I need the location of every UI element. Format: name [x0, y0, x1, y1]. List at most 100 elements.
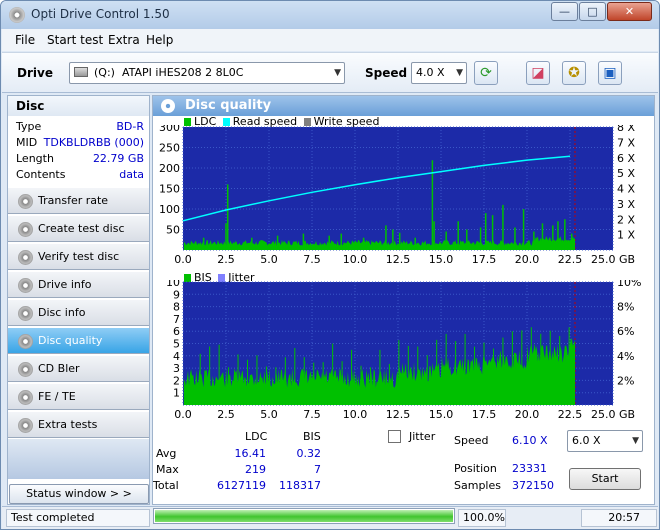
disc-icon — [18, 194, 33, 209]
nav-label: Disc quality — [38, 334, 103, 347]
y-tick-label: 9 — [173, 288, 180, 301]
drive-icon — [74, 67, 88, 77]
ldc-chart: 0.0 2.5 5.0 7.5 10.0 12.5 15.0 17.5 20.0 22.5 25.0… — [159, 125, 635, 266]
max-bis-value: 7 — [314, 463, 321, 476]
x-tick-label: 22.5 — [558, 408, 583, 421]
nav-label: Verify test disc — [38, 250, 120, 263]
result-speed-select[interactable]: 6.0 X ▼ — [567, 430, 643, 452]
sidebar: Disc Type BD-R MID TDKBLDRBB (000) Length 2… — [7, 95, 150, 505]
nav-label: Drive info — [38, 278, 92, 291]
nav-disc-quality[interactable]: Disc quality — [8, 327, 149, 354]
menu-start-test[interactable]: Start test — [47, 33, 103, 47]
result-speed-select-value: 6.0 X — [572, 434, 601, 447]
x-tick-label: 17.5 — [472, 408, 497, 421]
y-tick-label: 1 — [173, 387, 180, 400]
minimize-button[interactable]: — — [551, 2, 578, 21]
disc-icon — [18, 278, 33, 293]
disc-icon — [18, 362, 33, 377]
disc-quality-icon — [161, 99, 175, 113]
disc-section-header: Disc — [8, 96, 149, 116]
speed-select[interactable]: 4.0 X ▼ — [411, 62, 467, 84]
x-tick-label: 7.5 — [303, 253, 321, 266]
y-tick-label: 6 — [173, 325, 180, 338]
x-tick-label: 10.0 — [343, 253, 368, 266]
jitter-checkbox-label: Jitter — [409, 430, 436, 443]
nav-extra-tests[interactable]: Extra tests — [8, 411, 149, 438]
x-tick-label: 7.5 — [303, 408, 321, 421]
total-bis-value: 118317 — [279, 479, 321, 492]
menu-bar: File Start test Extra Help — [2, 29, 658, 51]
chevron-down-icon: ▼ — [334, 68, 341, 78]
menu-extra[interactable]: Extra — [108, 33, 140, 47]
y-tick-label: 3 — [173, 362, 180, 375]
x-tick-label: 0.0 — [174, 408, 192, 421]
disc-mid-key: MID — [16, 136, 38, 149]
x-tick-label: 17.5 — [472, 253, 497, 266]
disc-length-value: 22.79 GB — [92, 152, 144, 165]
drive-name: ATAPI iHES208 2 8L0C — [121, 66, 244, 79]
disc-icon — [18, 390, 33, 405]
disc-type-value: BD-R — [116, 120, 144, 133]
col-bis-header: BIS — [303, 430, 321, 443]
x-tick-label: 15.0 — [429, 253, 454, 266]
title-bar: Opti Drive Control 1.50 — □ ✕ — [1, 1, 659, 29]
eraser-icon[interactable]: ◪ — [526, 61, 550, 85]
disc-contents-value: data — [119, 168, 144, 181]
disc-length-row: Length 22.79 GB — [16, 152, 144, 168]
nav-transfer-rate[interactable]: Transfer rate — [8, 187, 149, 214]
disc-app-icon — [9, 7, 25, 23]
start-button[interactable]: Start — [569, 468, 641, 490]
y-tick-label: 7 — [173, 313, 180, 326]
jitter-checkbox[interactable] — [388, 430, 401, 443]
y-tick-label: 4 — [173, 350, 180, 363]
x-tick-label: 5.0 — [260, 408, 278, 421]
nav-create-test-disc[interactable]: Create test disc — [8, 215, 149, 242]
status-window-button[interactable]: Status window > > — [9, 484, 149, 504]
nav-label: Extra tests — [38, 418, 98, 431]
samples-label: Samples — [454, 479, 501, 492]
col-ldc-header: LDC — [245, 430, 268, 443]
samples-value: 372150 — [512, 479, 554, 492]
menu-help[interactable]: Help — [146, 33, 173, 47]
disc-contents-key: Contents — [16, 168, 66, 181]
position-value: 23331 — [512, 462, 547, 475]
x-tick-label: 20.0 — [515, 253, 540, 266]
y2-tick-label: 1 X — [617, 229, 635, 242]
drive-label: Drive — [17, 66, 53, 80]
y2-tick-label: 2 X — [617, 213, 635, 226]
disc-type-row: Type BD-R — [16, 120, 144, 136]
y-tick-label: 8 — [173, 301, 180, 314]
y2-tick-label: 10% — [617, 280, 641, 289]
nav-fe-te[interactable]: FE / TE — [8, 383, 149, 410]
nav-empty-area — [8, 439, 149, 479]
elapsed-time: 20:57 — [581, 509, 657, 527]
max-label: Max — [156, 463, 179, 476]
refresh-icon[interactable]: ⟳ — [474, 61, 498, 85]
x-tick-label: 12.5 — [386, 408, 411, 421]
avg-label: Avg — [156, 447, 177, 460]
nav-drive-info[interactable]: Drive info — [8, 271, 149, 298]
total-ldc-value: 6127119 — [217, 479, 266, 492]
y-tick-label: 50 — [166, 224, 180, 237]
panel-header: Disc quality — [153, 96, 654, 116]
y2-tick-label: 2% — [617, 374, 634, 387]
avg-ldc-value: 16.41 — [234, 447, 267, 460]
y2-tick-label: 6% — [617, 325, 634, 338]
nav-verify-test-disc[interactable]: Verify test disc — [8, 243, 149, 270]
speed-label: Speed — [365, 66, 408, 80]
media-test-icon[interactable]: ✪ — [562, 61, 586, 85]
close-button[interactable]: ✕ — [607, 2, 652, 21]
nav-disc-info[interactable]: Disc info — [8, 299, 149, 326]
save-icon[interactable]: ▣ — [598, 61, 622, 85]
menu-file[interactable]: File — [15, 33, 35, 47]
nav-cd-bler[interactable]: CD Bler — [8, 355, 149, 382]
y-tick-label: 250 — [159, 142, 180, 155]
x-tick-label: 2.5 — [217, 253, 235, 266]
x-tick-label: 5.0 — [260, 253, 278, 266]
disc-icon — [18, 250, 33, 265]
maximize-button[interactable]: □ — [579, 2, 606, 21]
max-ldc-value: 219 — [245, 463, 266, 476]
y-tick-label: 200 — [159, 162, 180, 175]
drive-select[interactable]: (Q:) ATAPI iHES208 2 8L0C ▼ — [69, 62, 345, 84]
y2-tick-label: 4 X — [617, 183, 635, 196]
